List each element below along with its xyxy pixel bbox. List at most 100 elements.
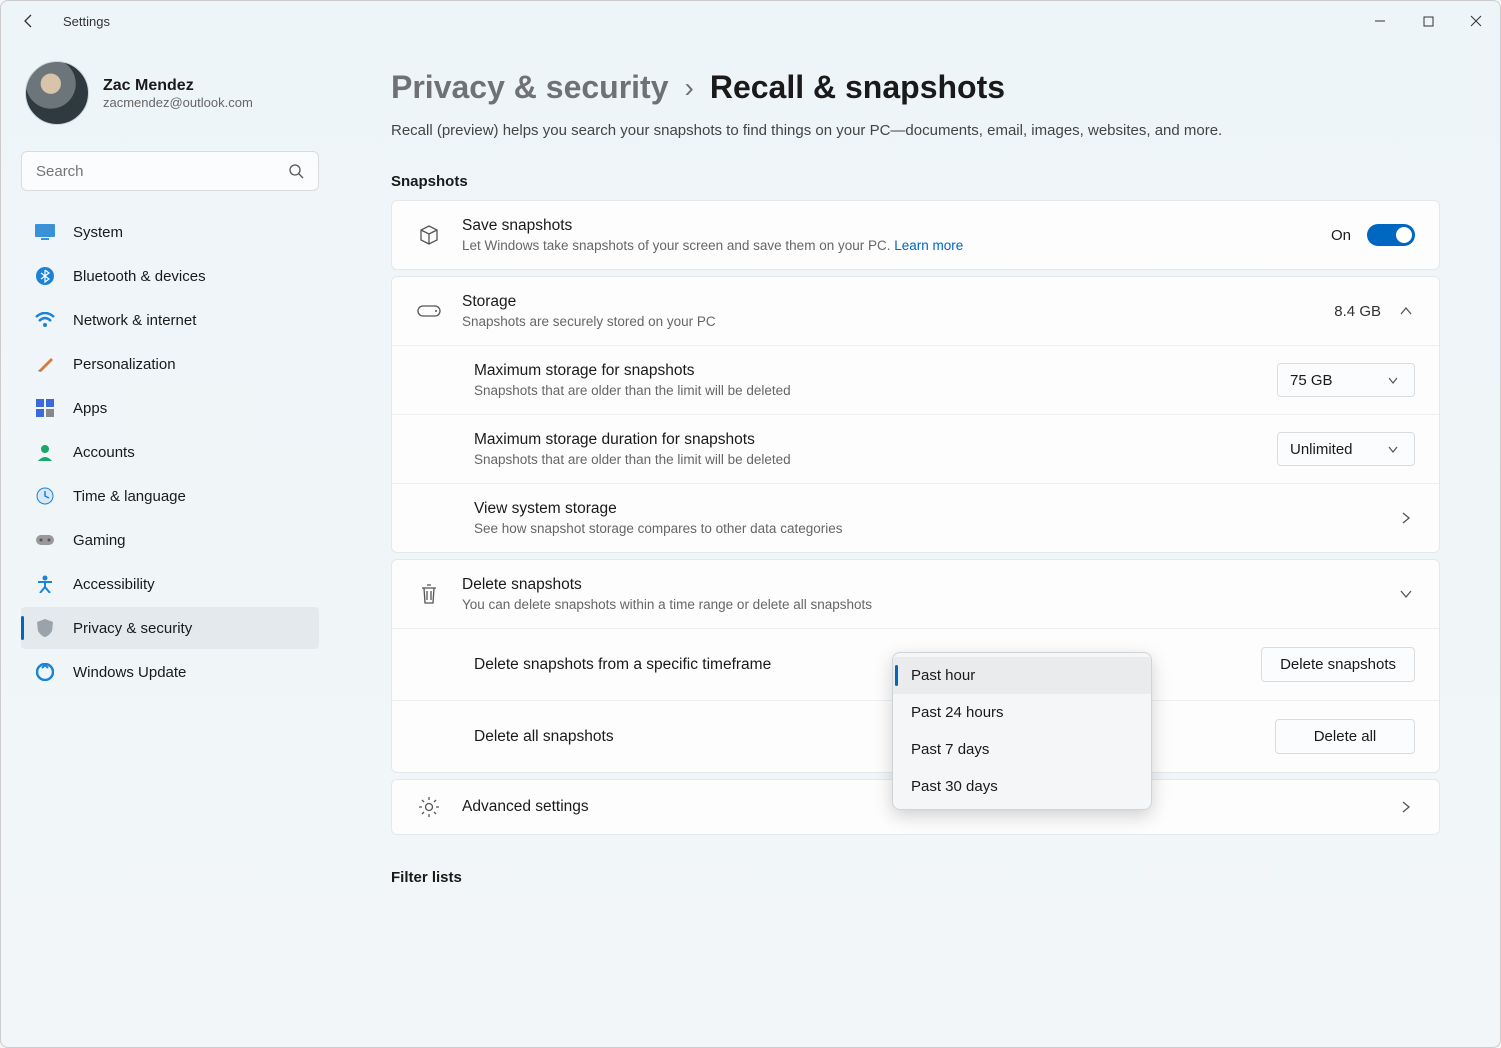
dropdown-option[interactable]: Past 7 days [893, 731, 1151, 768]
sidebar-item-label: Network & internet [73, 312, 196, 329]
storage-icon [416, 305, 442, 317]
sidebar-item-label: Apps [73, 400, 107, 417]
clock-icon [35, 486, 55, 506]
chevron-right-icon [1397, 798, 1415, 816]
window-title: Settings [63, 14, 110, 29]
chevron-right-icon [1397, 509, 1415, 527]
sidebar-item-label: Accounts [73, 444, 135, 461]
main-content: Privacy & security › Recall & snapshots … [331, 41, 1500, 1047]
dropdown-option[interactable]: Past 24 hours [893, 694, 1151, 731]
bluetooth-icon [35, 266, 55, 286]
titlebar: Settings [1, 1, 1500, 41]
trash-icon [416, 583, 442, 605]
update-icon [35, 662, 55, 682]
sidebar-item-label: Gaming [73, 532, 126, 549]
sidebar-item-label: Bluetooth & devices [73, 268, 206, 285]
max-storage-select[interactable]: 75 GB [1277, 363, 1415, 397]
apps-icon [35, 398, 55, 418]
save-snapshots-card: Save snapshots Let Windows take snapshot… [391, 200, 1440, 270]
chevron-down-icon [1384, 440, 1402, 458]
sidebar-item-apps[interactable]: Apps [21, 387, 319, 429]
section-snapshots-title: Snapshots [391, 173, 1440, 190]
sidebar-item-bluetooth[interactable]: Bluetooth & devices [21, 255, 319, 297]
page-description: Recall (preview) helps you search your s… [391, 122, 1440, 139]
max-storage-value: 75 GB [1290, 372, 1333, 389]
save-snapshots-title: Save snapshots [462, 217, 1311, 235]
close-button[interactable] [1452, 1, 1500, 41]
delete-snapshots-subtitle: You can delete snapshots within a time r… [462, 597, 1377, 612]
gamepad-icon [35, 530, 55, 550]
save-snapshots-toggle[interactable] [1367, 224, 1415, 246]
profile-email: zacmendez@outlook.com [103, 95, 253, 110]
sidebar-item-accessibility[interactable]: Accessibility [21, 563, 319, 605]
view-system-storage-subtitle: See how snapshot storage compares to oth… [474, 521, 1377, 536]
dropdown-option[interactable]: Past hour [893, 657, 1151, 694]
sidebar-item-time[interactable]: Time & language [21, 475, 319, 517]
search-icon [288, 163, 304, 179]
nav-list: System Bluetooth & devices Network & int… [21, 211, 319, 693]
person-icon [35, 442, 55, 462]
wifi-icon [35, 310, 55, 330]
delete-snapshots-card: Delete snapshots You can delete snapshot… [391, 559, 1440, 773]
maximize-button[interactable] [1404, 1, 1452, 41]
view-system-storage-row[interactable]: View system storage See how snapshot sto… [392, 483, 1439, 552]
gear-icon [416, 796, 442, 818]
sidebar-item-label: Accessibility [73, 576, 155, 593]
max-storage-title: Maximum storage for snapshots [474, 362, 1257, 380]
delete-snapshots-row[interactable]: Delete snapshots You can delete snapshot… [392, 560, 1439, 628]
timeframe-dropdown[interactable]: Past hour Past 24 hours Past 7 days Past… [892, 652, 1152, 810]
storage-row[interactable]: Storage Snapshots are securely stored on… [392, 277, 1439, 345]
max-duration-select[interactable]: Unlimited [1277, 432, 1415, 466]
profile-block[interactable]: Zac Mendez zacmendez@outlook.com [21, 61, 319, 125]
chevron-down-icon [1384, 371, 1402, 389]
accessibility-icon [35, 574, 55, 594]
view-system-storage-title: View system storage [474, 500, 1377, 518]
sidebar: Zac Mendez zacmendez@outlook.com System … [1, 41, 331, 1047]
display-icon [35, 222, 55, 242]
page-title: Recall & snapshots [710, 69, 1005, 106]
delete-all-button[interactable]: Delete all [1275, 719, 1415, 754]
toggle-label: On [1331, 227, 1351, 244]
profile-name: Zac Mendez [103, 77, 253, 95]
sidebar-item-gaming[interactable]: Gaming [21, 519, 319, 561]
storage-size: 8.4 GB [1334, 303, 1381, 320]
search-box[interactable] [21, 151, 319, 191]
back-button[interactable] [21, 13, 41, 29]
sidebar-item-label: Time & language [73, 488, 186, 505]
shield-icon [35, 618, 55, 638]
sidebar-item-label: Windows Update [73, 664, 186, 681]
chevron-up-icon [1397, 302, 1415, 320]
sidebar-item-privacy[interactable]: Privacy & security [21, 607, 319, 649]
sidebar-item-personalization[interactable]: Personalization [21, 343, 319, 385]
breadcrumb-parent[interactable]: Privacy & security [391, 69, 669, 106]
max-storage-subtitle: Snapshots that are older than the limit … [474, 383, 1257, 398]
sidebar-item-label: System [73, 224, 123, 241]
avatar [25, 61, 89, 125]
sidebar-item-accounts[interactable]: Accounts [21, 431, 319, 473]
sidebar-item-update[interactable]: Windows Update [21, 651, 319, 693]
delete-snapshots-title: Delete snapshots [462, 576, 1377, 594]
dropdown-option[interactable]: Past 30 days [893, 768, 1151, 805]
delete-snapshots-button[interactable]: Delete snapshots [1261, 647, 1415, 682]
sidebar-item-system[interactable]: System [21, 211, 319, 253]
brush-icon [35, 354, 55, 374]
storage-card: Storage Snapshots are securely stored on… [391, 276, 1440, 553]
max-duration-row: Maximum storage duration for snapshots S… [392, 414, 1439, 483]
breadcrumb: Privacy & security › Recall & snapshots [391, 69, 1440, 106]
search-input[interactable] [36, 163, 288, 180]
minimize-button[interactable] [1356, 1, 1404, 41]
sidebar-item-label: Privacy & security [73, 620, 192, 637]
snapshot-icon [416, 224, 442, 246]
save-snapshots-subtitle: Let Windows take snapshots of your scree… [462, 238, 1311, 253]
learn-more-link[interactable]: Learn more [894, 238, 963, 253]
sidebar-item-label: Personalization [73, 356, 176, 373]
max-duration-value: Unlimited [1290, 441, 1353, 458]
chevron-down-icon [1397, 585, 1415, 603]
max-storage-row: Maximum storage for snapshots Snapshots … [392, 345, 1439, 414]
storage-title: Storage [462, 293, 1314, 311]
max-duration-title: Maximum storage duration for snapshots [474, 431, 1257, 449]
chevron-right-icon: › [685, 72, 694, 104]
sidebar-item-network[interactable]: Network & internet [21, 299, 319, 341]
section-filter-title: Filter lists [391, 869, 1440, 886]
max-duration-subtitle: Snapshots that are older than the limit … [474, 452, 1257, 467]
